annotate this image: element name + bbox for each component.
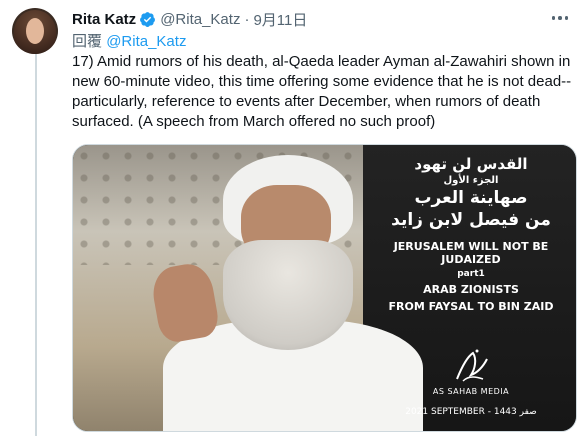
author-name[interactable]: Rita Katz [72, 11, 136, 28]
publisher-logo-icon [456, 349, 488, 382]
arabic-title-line1: القدس لن تهود [414, 155, 528, 173]
avatar[interactable] [12, 8, 58, 54]
publisher-name: AS SAHAB MEDIA [432, 387, 510, 396]
separator-dot: · [244, 10, 250, 28]
arabic-title-line2: الجزء الأول [443, 175, 499, 186]
video-date: 2021 SEPTEMBER - 1443 صفر [405, 407, 537, 417]
arabic-title-line3: صهاينة العرب [414, 188, 528, 208]
verified-badge-icon [140, 11, 156, 27]
tweet-text: 17) Amid rumors of his death, al-Qaeda l… [72, 53, 572, 130]
reply-mention-link[interactable]: @Rita_Katz [106, 33, 186, 50]
tweet-media-image[interactable]: القدس لن تهود الجزء الأول صهاينة العرب م… [72, 144, 577, 432]
english-title-line3: ARAB ZIONISTS [423, 283, 519, 296]
english-title-line2: part1 [457, 269, 485, 279]
tweet-date[interactable]: 9月11日 [253, 9, 307, 30]
reply-prefix: 回覆 [72, 33, 103, 50]
english-title-line1: JERUSALEM WILL NOT BE JUDAIZED [393, 240, 549, 266]
video-title-card: القدس لن تهود الجزء الأول صهاينة العرب م… [371, 155, 571, 313]
thread-line [35, 52, 37, 436]
author-handle[interactable]: @Rita_Katz [160, 11, 240, 28]
english-title-line4: FROM FAYSAL TO BIN ZAID [388, 300, 554, 313]
reply-context: 回覆 @Rita_Katz [72, 30, 186, 51]
tweet-header: Rita Katz @Rita_Katz · 9月11日 [72, 9, 307, 29]
arabic-title-line4: من فيصل لابن زايد [391, 210, 551, 230]
more-options-icon[interactable] [548, 8, 572, 28]
